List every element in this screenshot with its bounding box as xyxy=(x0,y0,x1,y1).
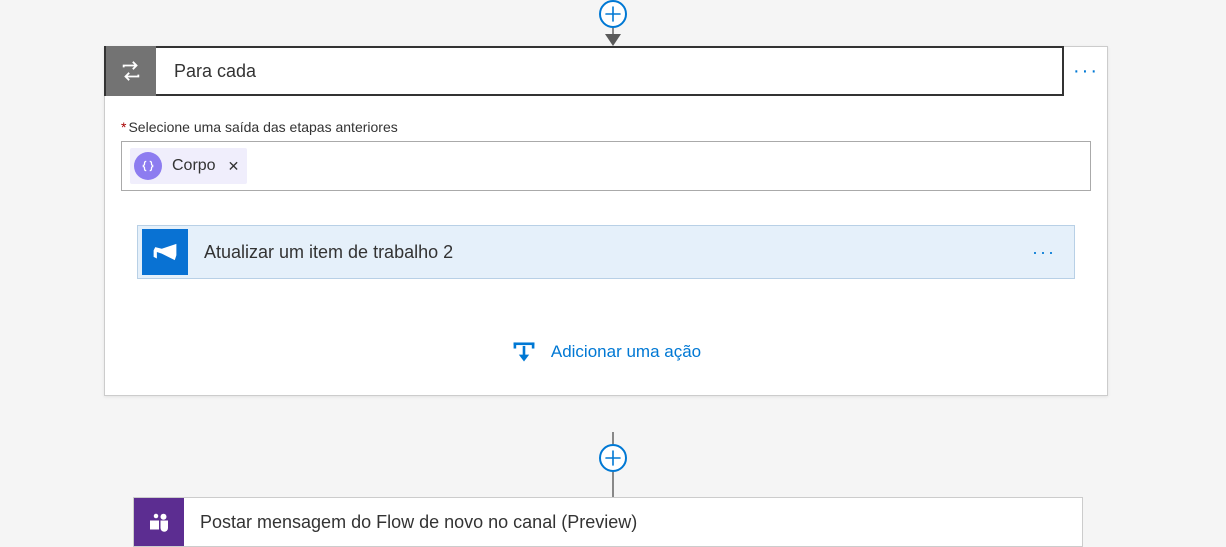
add-step-button-top[interactable] xyxy=(599,0,627,28)
next-action-title: Postar mensagem do Flow de novo no canal… xyxy=(184,512,637,533)
plus-icon xyxy=(605,450,621,466)
top-connector xyxy=(599,0,627,46)
plus-icon xyxy=(605,6,621,22)
token-remove-button[interactable]: ✕ xyxy=(226,158,242,175)
teams-icon xyxy=(134,498,184,546)
token-chip[interactable]: Corpo ✕ xyxy=(130,148,247,184)
add-step-button-bottom[interactable] xyxy=(599,444,627,472)
loop-card-title: Para cada xyxy=(156,61,1062,82)
loop-card-body: *Selecione uma saída das etapas anterior… xyxy=(105,95,1107,395)
loop-card-menu-button[interactable]: ··· xyxy=(1066,51,1106,91)
next-action-card[interactable]: Postar mensagem do Flow de novo no canal… xyxy=(133,497,1083,547)
loop-container-card: Para cada ··· *Selecione uma saída das e… xyxy=(104,46,1108,396)
connector-line xyxy=(612,432,614,444)
nested-action-title: Atualizar um item de trabalho 2 xyxy=(188,242,1014,263)
azure-devops-icon xyxy=(142,229,188,275)
nested-action-card[interactable]: Atualizar um item de trabalho 2 ··· xyxy=(137,225,1075,279)
add-action-button[interactable]: Adicionar uma ação xyxy=(121,339,1091,365)
output-token-input[interactable]: Corpo ✕ xyxy=(121,141,1091,191)
loop-icon xyxy=(106,46,156,96)
output-field-label: *Selecione uma saída das etapas anterior… xyxy=(121,119,1091,135)
nested-action-menu-button[interactable]: ··· xyxy=(1014,242,1074,263)
arrow-down-icon xyxy=(605,34,621,46)
loop-card-header[interactable]: Para cada ··· xyxy=(104,46,1064,96)
token-label: Corpo xyxy=(170,157,218,175)
add-action-label: Adicionar uma ação xyxy=(551,342,701,362)
required-asterisk: * xyxy=(121,119,126,135)
dynamic-content-icon xyxy=(134,152,162,180)
insert-action-icon xyxy=(511,339,537,365)
